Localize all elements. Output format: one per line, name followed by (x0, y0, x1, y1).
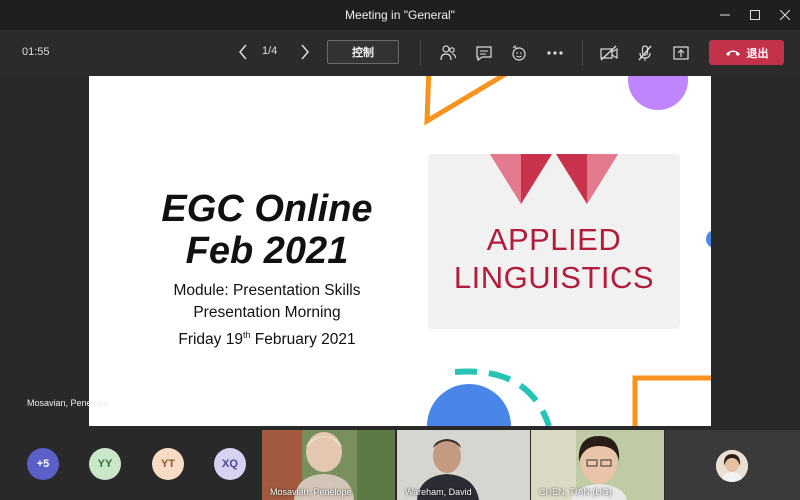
slide-title-line: EGC Online (161, 188, 373, 230)
more-actions-button[interactable] (544, 42, 566, 64)
hang-up-icon (725, 50, 740, 56)
toolbar-divider (420, 40, 421, 66)
participant-name: CHEN, TIAN (UG) (539, 487, 612, 497)
video-tile[interactable]: CHEN, TIAN (UG) (531, 430, 664, 500)
minimize-icon (720, 14, 730, 16)
more-icon (547, 51, 563, 55)
chat-icon (476, 46, 492, 62)
date-prefix: Friday 19 (178, 331, 243, 349)
chevron-right-icon (301, 44, 309, 60)
window-controls (710, 0, 800, 30)
close-icon (780, 10, 790, 20)
share-tray-icon (673, 46, 689, 60)
presenter-name: Mosavian, Penelope (27, 398, 109, 408)
participant-gallery: +5 YY YT XQ Mosavian, Penelope Wareham, … (0, 428, 800, 500)
self-video-tile[interactable] (665, 430, 800, 500)
minimize-button[interactable] (710, 0, 740, 30)
avatar[interactable]: YY (89, 448, 121, 480)
mic-toggle-button[interactable] (634, 42, 656, 64)
take-control-button[interactable]: 控制 (327, 40, 399, 64)
reactions-icon (512, 45, 526, 61)
chat-button[interactable] (473, 42, 495, 64)
leave-meeting-button[interactable]: 退出 (709, 40, 784, 65)
date-suffix: February 2021 (250, 331, 356, 349)
slide-subtitle: Module: Presentation Skills Presentation… (89, 280, 445, 351)
toolbar-divider (582, 40, 583, 66)
title-bar: Meeting in "General" (0, 0, 800, 30)
self-avatar (716, 450, 748, 482)
participants-button[interactable] (437, 42, 459, 64)
logo-line: LINGUISTICS (453, 260, 655, 295)
next-slide-button[interactable] (297, 42, 313, 62)
slide-title-line: Feb 2021 (185, 230, 349, 272)
self-avatar-photo-icon (716, 450, 748, 482)
logo-line: APPLIED (486, 222, 622, 257)
avatar[interactable]: YT (152, 448, 184, 480)
meeting-stage: EGC Online Feb 2021 Module: Presentation… (0, 76, 800, 428)
previous-slide-button[interactable] (235, 42, 251, 62)
overflow-participants-badge[interactable]: +5 (27, 448, 59, 480)
maximize-button[interactable] (740, 0, 770, 30)
video-tile[interactable]: Mosavian, Penelope (262, 430, 395, 500)
camera-toggle-button[interactable] (598, 42, 620, 64)
leave-label: 退出 (746, 47, 769, 60)
chevron-left-icon (239, 44, 247, 60)
participants-icon (440, 45, 457, 61)
logo-triangles-icon (490, 154, 618, 204)
close-button[interactable] (770, 0, 800, 30)
slide-subtitle-line: Module: Presentation Skills (173, 282, 361, 299)
participant-name: Mosavian, Penelope (270, 487, 352, 497)
slide-page-indicator: 1/4 (262, 45, 278, 57)
meeting-toolbar: 01:55 1/4 控制 退出 (0, 30, 800, 76)
shared-slide: EGC Online Feb 2021 Module: Presentation… (89, 76, 711, 426)
teams-meeting-window: Meeting in "General" 01:55 1/4 控制 退出 EGC… (0, 0, 800, 500)
slide-subtitle-line: Presentation Morning (193, 304, 341, 321)
window-title: Meeting in "General" (345, 8, 455, 22)
slide-title: EGC Online Feb 2021 (89, 188, 445, 272)
maximize-icon (750, 10, 760, 20)
slide-date-line: Friday 19th February 2021 (89, 324, 445, 351)
applied-linguistics-logo: APPLIED LINGUISTICS (428, 154, 680, 329)
video-tile[interactable]: Wareham, David (397, 430, 530, 500)
share-button[interactable] (670, 42, 692, 64)
mic-off-icon (638, 45, 652, 61)
camera-off-icon (600, 45, 618, 61)
participant-name: Wareham, David (405, 487, 472, 497)
avatar[interactable]: XQ (214, 448, 246, 480)
date-ordinal: th (242, 330, 251, 340)
meeting-timer: 01:55 (22, 46, 50, 58)
reactions-button[interactable] (508, 42, 530, 64)
